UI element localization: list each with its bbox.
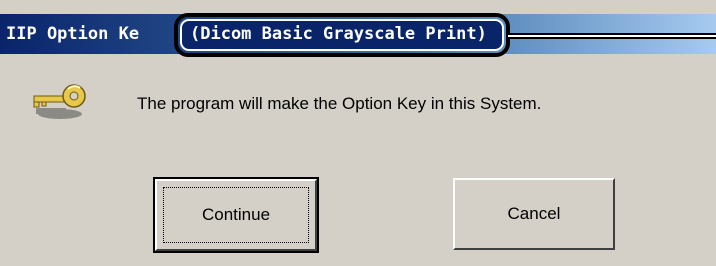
cancel-button[interactable]: Cancel [453, 178, 615, 250]
title-highlight-text: (Dicom Basic Grayscale Print) [190, 24, 487, 44]
window-title: IIP Option Ke [6, 24, 140, 44]
key-icon [30, 78, 94, 126]
dialog-message: The program will make the Option Key in … [137, 94, 542, 113]
dialog-window: IIP Option Ke (Dicom Basic Grayscale Pri… [0, 0, 716, 266]
callout-leader-line-inner [508, 35, 716, 37]
focus-rectangle [163, 187, 309, 243]
continue-button[interactable]: Continue [153, 177, 319, 253]
cancel-button-label: Cancel [507, 204, 561, 223]
